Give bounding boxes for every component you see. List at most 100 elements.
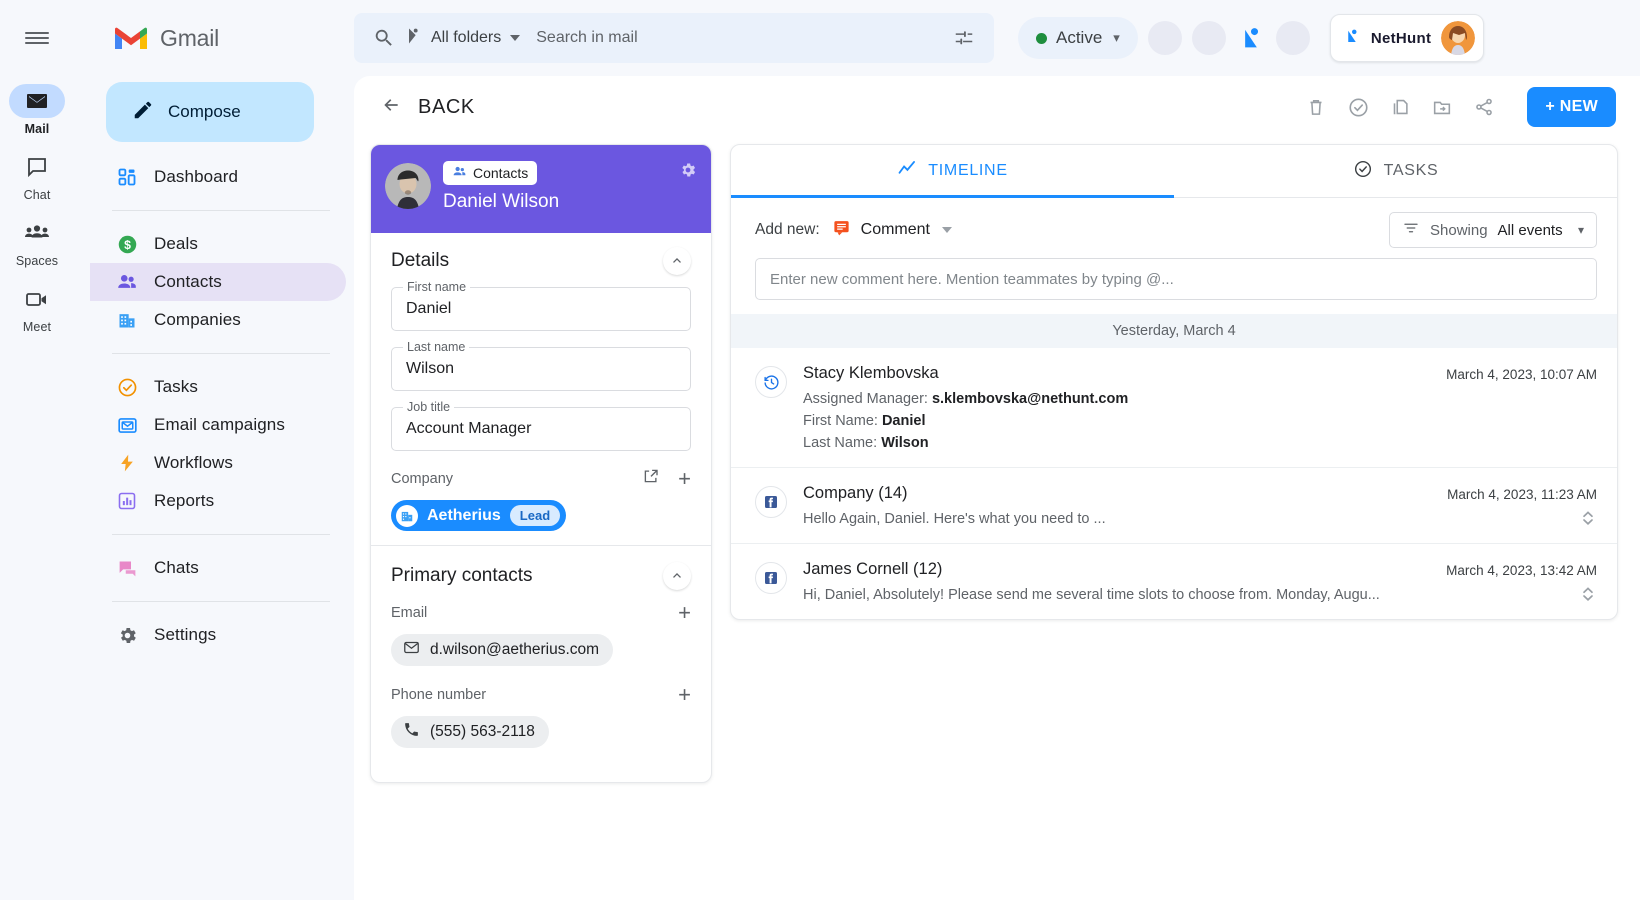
timeline-controls: Add new: Comment (731, 198, 1617, 256)
chevron-down-icon (942, 227, 952, 233)
email-label: Email (391, 605, 427, 621)
delete-icon[interactable] (1303, 94, 1329, 120)
event-line-label: First Name: (803, 413, 878, 429)
sidebar-item-deals[interactable]: $ Deals (90, 225, 346, 263)
dollar-circle-icon: $ (116, 233, 138, 255)
gear-icon[interactable] (679, 161, 697, 184)
add-new-type-label: Comment (861, 221, 930, 239)
nav-sidebar: Compose Dashboard $ (90, 76, 354, 900)
event-line-label: Last Name: (803, 435, 877, 451)
email-chip[interactable]: d.wilson@aetherius.com (391, 634, 613, 666)
expand-collapse-icon[interactable] (1581, 585, 1595, 603)
envelope-icon (403, 639, 420, 661)
building-icon (396, 505, 418, 527)
top-bar: Gmail All folders (74, 0, 1640, 76)
timeline-event[interactable]: James Cornell (12) Hi, Daniel, Absolutel… (731, 544, 1617, 619)
tune-options-icon[interactable] (944, 18, 984, 58)
details-title: Details (391, 250, 449, 272)
sidebar-item-chats[interactable]: Chats (90, 549, 346, 587)
bar-chart-icon (116, 490, 138, 512)
duplicate-icon[interactable] (1387, 94, 1413, 120)
timeline-event-body: Company (14) Hello Again, Daniel. Here's… (803, 484, 1431, 527)
rail-item-meet[interactable]: Meet (5, 282, 69, 334)
rail-item-mail[interactable]: Mail (5, 84, 69, 136)
comment-icon (832, 218, 851, 242)
add-email-icon[interactable]: + (678, 602, 691, 624)
phone-row-actions: + (678, 684, 691, 706)
first-name-value: Daniel (406, 300, 451, 318)
company-chip[interactable]: Aetherius Lead (391, 500, 566, 531)
sidebar-item-companies[interactable]: Companies (90, 301, 346, 339)
building-icon (116, 309, 138, 331)
primary-contacts-collapse-button[interactable] (663, 562, 691, 590)
timeline-event-line: First Name: Daniel (803, 413, 1430, 429)
account-box[interactable]: NetHunt (1330, 14, 1484, 62)
sidebar-item-tasks[interactable]: Tasks (90, 368, 346, 406)
gmail-brand[interactable]: Gmail (90, 24, 354, 52)
tab-tasks[interactable]: TASKS (1174, 145, 1617, 197)
nethunt-wordmark: NetHunt (1371, 30, 1431, 47)
job-title-field[interactable]: Job title Account Manager (391, 407, 691, 451)
sidebar-item-workflows[interactable]: Workflows (90, 444, 346, 482)
last-name-value: Wilson (406, 360, 454, 378)
contact-avatar[interactable] (385, 163, 431, 209)
new-button[interactable]: + NEW (1527, 87, 1616, 127)
rail-item-chat[interactable]: Chat (5, 150, 69, 202)
first-name-field[interactable]: First name Daniel (391, 287, 691, 331)
main-column: Gmail All folders (74, 0, 1640, 900)
search-icon[interactable] (370, 27, 398, 49)
placeholder-icon-3[interactable] (1276, 21, 1310, 55)
expand-collapse-icon[interactable] (1581, 509, 1595, 527)
nav-group-3: Chats (90, 541, 354, 595)
sidebar-label-dashboard: Dashboard (154, 167, 238, 187)
check-circle-icon (1353, 159, 1373, 184)
folder-scope-selector[interactable]: All folders (398, 26, 520, 51)
open-external-icon[interactable] (642, 467, 660, 490)
timeline-event-preview: Hi, Daniel, Absolutely! Please send me s… (803, 587, 1430, 603)
sidebar-item-email-campaigns[interactable]: Email campaigns (90, 406, 346, 444)
search-bar[interactable]: All folders (354, 13, 994, 63)
sidebar-label-tasks: Tasks (154, 377, 198, 397)
add-phone-icon[interactable]: + (678, 684, 691, 706)
tab-timeline-label: TIMELINE (928, 162, 1007, 180)
timeline-event-preview: Hello Again, Daniel. Here's what you nee… (803, 511, 1431, 527)
timeline-event[interactable]: Company (14) Hello Again, Daniel. Here's… (731, 468, 1617, 544)
comment-input[interactable] (770, 271, 1582, 288)
event-filter-selector[interactable]: Showing All events ▾ (1389, 212, 1597, 248)
search-input[interactable] (520, 29, 944, 47)
nethunt-bird-icon[interactable] (1236, 23, 1266, 53)
comment-box[interactable] (755, 258, 1597, 300)
add-new-type-selector[interactable]: Comment (832, 218, 952, 242)
avatar[interactable] (1441, 21, 1475, 55)
share-icon[interactable] (1471, 94, 1497, 120)
sidebar-item-contacts[interactable]: Contacts (90, 263, 346, 301)
status-selector[interactable]: Active ▾ (1018, 17, 1138, 59)
sidebar-label-workflows: Workflows (154, 453, 233, 473)
tab-timeline[interactable]: TIMELINE (731, 145, 1174, 197)
email-row-actions: + (678, 602, 691, 624)
sidebar-item-dashboard[interactable]: Dashboard (90, 158, 346, 196)
rail-item-spaces[interactable]: Spaces (5, 216, 69, 268)
sidebar-item-reports[interactable]: Reports (90, 482, 346, 520)
compose-button[interactable]: Compose (106, 82, 314, 142)
placeholder-icon-2[interactable] (1192, 21, 1226, 55)
last-name-field[interactable]: Last name Wilson (391, 347, 691, 391)
hamburger-icon[interactable] (13, 14, 61, 62)
rail-label-mail: Mail (25, 122, 50, 136)
day-separator: Yesterday, March 4 (731, 314, 1617, 348)
phone-chip[interactable]: (555) 563-2118 (391, 716, 549, 748)
move-to-folder-icon[interactable] (1429, 94, 1455, 120)
primary-contacts-title: Primary contacts (391, 565, 532, 587)
placeholder-icon-1[interactable] (1148, 21, 1182, 55)
people-icon (116, 271, 138, 293)
details-collapse-button[interactable] (663, 247, 691, 275)
sidebar-item-settings[interactable]: Settings (90, 616, 346, 654)
compose-label: Compose (168, 102, 241, 122)
add-company-icon[interactable]: + (678, 468, 691, 490)
back-button[interactable]: BACK (380, 95, 475, 120)
timeline-event-time: March 4, 2023, 13:42 AM (1446, 560, 1597, 603)
folder-chip[interactable]: Contacts (443, 161, 537, 185)
timeline-event[interactable]: Stacy Klembovska Assigned Manager: s.kle… (731, 348, 1617, 468)
complete-check-icon[interactable] (1345, 94, 1371, 120)
email-row-header: Email + (391, 602, 691, 624)
